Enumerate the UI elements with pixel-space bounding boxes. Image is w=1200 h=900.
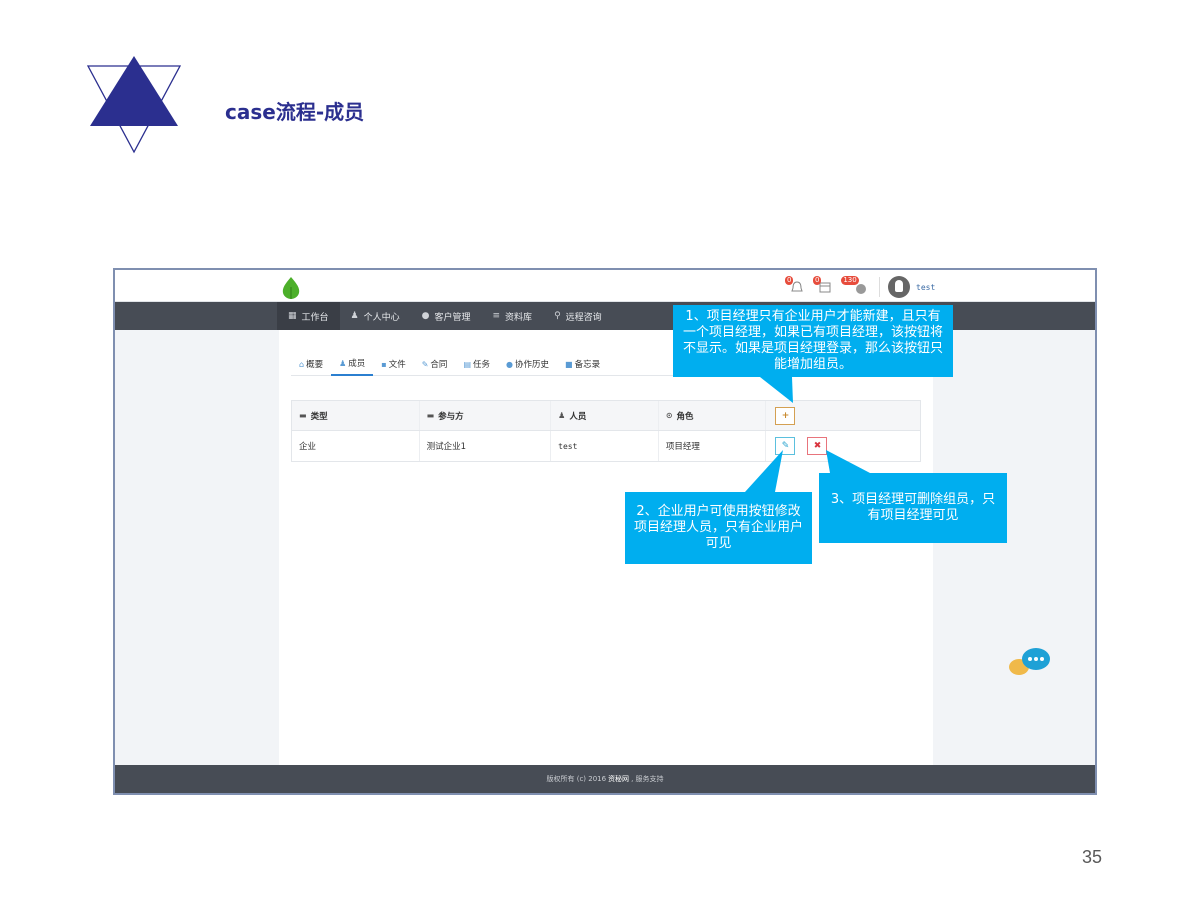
chat-icon: ● (506, 359, 513, 369)
header-party: ▬ 参与方 (420, 401, 552, 430)
tab-contracts[interactable]: ✎ 合同 (414, 352, 456, 376)
grid-icon: ▦ (288, 311, 297, 321)
tab-history[interactable]: ● 协作历史 (498, 352, 557, 376)
book-icon: ■ (565, 359, 573, 369)
tab-label: 合同 (430, 360, 448, 370)
members-table: ▬ 类型 ▬ 参与方 ♟ 人员 ⊙ 角色 + 企业 测试企业1 test 项目经理 ✎ … (291, 400, 921, 462)
tab-overview[interactable]: ⌂ 概要 (291, 352, 331, 376)
chat-bubble-icon[interactable] (1007, 646, 1055, 680)
calendar-icon[interactable]: 0 (813, 276, 835, 296)
header-type: ▬ 类型 (292, 401, 420, 430)
header-label: 类型 (310, 411, 328, 422)
message-icon[interactable]: 130 (841, 276, 869, 296)
header-label: 角色 (676, 411, 694, 422)
leaf-logo-icon (282, 277, 300, 299)
footer: 版权所有 (c) 2016 资秘网 , 服务支持 (115, 765, 1095, 793)
callout-edit-rule: 2、企业用户可使用按钮修改项目经理人员，只有企业用户可见 (625, 492, 812, 564)
callout-delete-rule: 3、项目经理可删除组员，只有项目经理可见 (819, 473, 1007, 543)
nav-customer-management[interactable]: ● 客户管理 (411, 302, 482, 330)
user-icon: ♟ (558, 411, 566, 420)
header-label: 参与方 (438, 411, 464, 422)
circle-icon: ⊙ (665, 411, 673, 420)
message-badge: 130 (841, 276, 859, 285)
briefcase-icon: ▬ (299, 411, 307, 420)
add-member-button[interactable]: + (775, 406, 796, 425)
top-bar: 0 0 130 test (115, 270, 1095, 302)
chat-icon: ● (421, 311, 430, 321)
user-icon: ♟ (339, 358, 347, 368)
table-header: ▬ 类型 ▬ 参与方 ♟ 人员 ⊙ 角色 + (292, 401, 920, 431)
tab-label: 任务 (473, 360, 491, 370)
file-icon: ▪ (381, 359, 387, 369)
nav-label: 工作台 (301, 312, 329, 323)
nav-label: 远程咨询 (565, 312, 602, 323)
nav-label: 客户管理 (434, 312, 471, 323)
tab-memo[interactable]: ■ 备忘录 (557, 352, 608, 376)
footer-prefix: 版权所有 (c) 2016 (546, 775, 607, 783)
main-content: ⌂ 概要 ♟ 成员 ▪ 文件 ✎ 合同 ▤ 任务 ● 协作历史 ■ 备忘录 ▬ 类型 ▬ 参与方 … (279, 330, 933, 765)
tab-label: 备忘录 (574, 360, 601, 370)
tab-tasks[interactable]: ▤ 任务 (455, 352, 498, 376)
tab-label: 概要 (306, 360, 324, 370)
cell-type: 企业 (292, 431, 420, 461)
cell-person: test (551, 431, 659, 461)
bell-icon[interactable]: 0 (785, 276, 807, 296)
nav-library[interactable]: ≡ 资料库 (482, 302, 544, 330)
header-actions: + (766, 401, 920, 430)
tab-label: 成员 (348, 359, 366, 369)
nav-personal-center[interactable]: ♟ 个人中心 (340, 302, 411, 330)
nav-label: 个人中心 (363, 312, 400, 323)
nav-remote-consult[interactable]: ⚲ 远程咨询 (543, 302, 613, 330)
tab-label: 文件 (388, 360, 406, 370)
table-row: 企业 测试企业1 test 项目经理 ✎ ✖ (292, 431, 920, 461)
slide: case流程-成员 0 0 130 test ▦ 工作台 ♟ 个人中心 ● 客户… (0, 0, 1200, 900)
footer-brand[interactable]: 资秘网 (608, 774, 629, 784)
user-icon: ♟ (350, 311, 359, 321)
nav-workbench[interactable]: ▦ 工作台 (277, 302, 340, 330)
home-icon: ⌂ (299, 359, 305, 369)
triangle-logo-icon (86, 56, 182, 154)
avatar[interactable] (888, 276, 910, 298)
divider (879, 277, 880, 297)
page-number: 35 (1082, 847, 1103, 867)
tab-members[interactable]: ♟ 成员 (331, 352, 374, 376)
database-icon: ≡ (492, 311, 501, 321)
callout-create-rule: 1、项目经理只有企业用户才能新建，且只有一个项目经理，如果已有项目经理，该按钮将… (673, 305, 953, 377)
paperclip-icon: ✎ (421, 359, 429, 369)
edit-member-button[interactable]: ✎ (775, 437, 796, 455)
slide-title: case流程-成员 (225, 100, 365, 124)
cell-party: 测试企业1 (420, 431, 552, 461)
header-role: ⊙ 角色 (659, 401, 767, 430)
cell-role: 项目经理 (659, 431, 767, 461)
nav-label: 资料库 (505, 312, 533, 323)
calendar-icon: ▤ (463, 359, 471, 369)
delete-member-button[interactable]: ✖ (807, 437, 828, 455)
username[interactable]: test (916, 283, 935, 292)
header-person: ♟ 人员 (551, 401, 659, 430)
briefcase-icon: ▬ (426, 411, 435, 420)
header-label: 人员 (569, 411, 587, 422)
person-icon: ⚲ (554, 311, 561, 321)
tab-label: 协作历史 (515, 360, 550, 370)
footer-suffix: , 服务支持 (631, 775, 664, 783)
tab-files[interactable]: ▪ 文件 (373, 352, 413, 376)
cell-actions: ✎ ✖ (766, 431, 920, 461)
